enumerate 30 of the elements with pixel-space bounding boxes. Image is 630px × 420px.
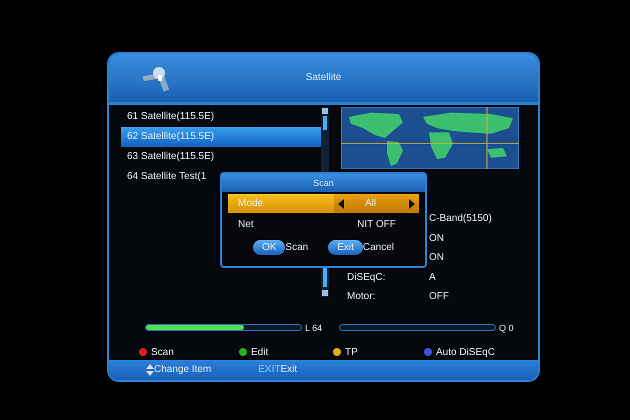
color-key-label: Edit: [251, 346, 268, 358]
left-arrow-icon[interactable]: [338, 198, 344, 208]
option-value: All: [364, 198, 376, 209]
info-value: OFF: [429, 291, 449, 302]
satellite-item[interactable]: 63 Satellite(115.5E): [121, 146, 321, 167]
info-label: Motor:: [346, 291, 376, 302]
info-value: ON: [429, 232, 444, 244]
up-down-arrow-icon: [146, 364, 154, 376]
signal-reading: Q 0: [499, 322, 515, 333]
window-title: Satellite: [304, 72, 342, 84]
option-value: NIT OFF: [357, 219, 396, 230]
footer-hint: Change Item: [154, 364, 212, 376]
info-value: C-Band(5150): [429, 213, 492, 224]
option-label: Mode: [237, 198, 264, 209]
color-key-label: Auto DiSEqC: [436, 346, 495, 358]
button-label: Cancel: [362, 242, 394, 253]
satellite-item[interactable]: 61 Satellite(115.5E): [121, 106, 321, 127]
dialog-option-row[interactable]: Net NIT OFF: [228, 215, 419, 234]
color-key-label: TP: [345, 346, 358, 358]
color-key-label: Scan: [151, 346, 174, 358]
info-value: ON: [429, 252, 444, 264]
button-label: Scan: [285, 242, 308, 253]
signal-reading: L 64: [305, 322, 324, 333]
dialog-title: Scan: [222, 174, 425, 192]
footer-hint: Exit: [280, 364, 298, 376]
option-label: Net: [237, 219, 255, 230]
info-label: DiSEqC:: [346, 272, 386, 283]
info-value: A: [429, 272, 436, 283]
key-name: EXIT: [258, 364, 280, 376]
right-arrow-icon[interactable]: [409, 198, 415, 208]
